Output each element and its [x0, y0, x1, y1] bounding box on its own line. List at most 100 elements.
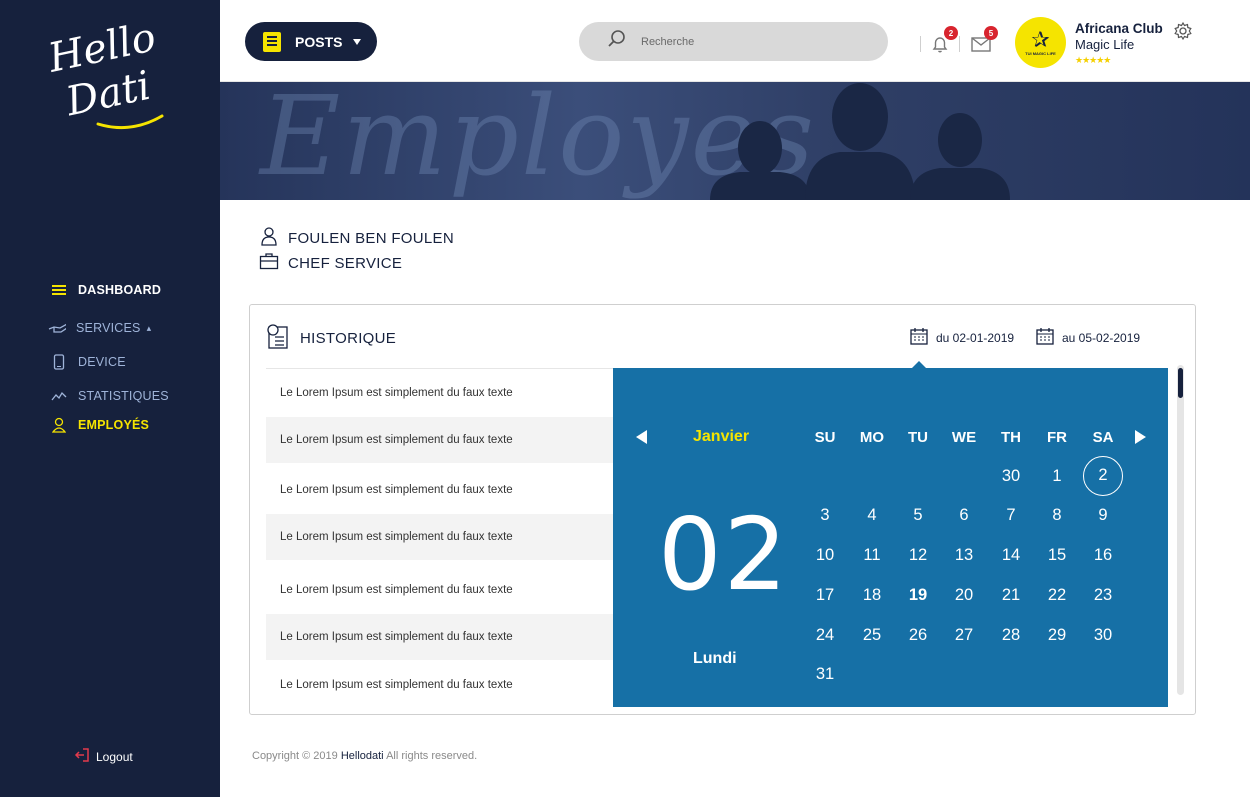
calendar-day[interactable]: 10	[805, 535, 845, 575]
weekday-header: TH	[1001, 429, 1021, 446]
list-item[interactable]: Le Lorem Ipsum est simplement du faux te…	[266, 370, 614, 416]
calendar-day[interactable]: 21	[991, 575, 1031, 615]
logout-button[interactable]: Logout	[74, 748, 133, 765]
historique-title: HISTORIQUE	[300, 329, 397, 347]
calendar-day[interactable]: 9	[1083, 495, 1123, 535]
historique-header: HISTORIQUE	[266, 323, 396, 353]
calendar-day[interactable]: 16	[1083, 535, 1123, 575]
footer-rights: All rights reserved.	[386, 750, 478, 762]
calendar-day[interactable]: 5	[898, 495, 938, 535]
sidebar: Hello Dati DASHBOARD SERVICES ▴ DEVICE S…	[0, 0, 220, 797]
calendar-day[interactable]: 4	[852, 495, 892, 535]
calendar-day[interactable]: 8	[1037, 495, 1077, 535]
top-header: POSTS 2 5 ✰ TUI MAGIC LIFE Afri	[220, 0, 1250, 82]
calendar-icon	[1036, 327, 1054, 348]
clipboard-clock-icon	[266, 323, 290, 353]
calendar-icon	[910, 327, 928, 348]
search-input[interactable]	[641, 35, 861, 48]
list-item[interactable]: Le Lorem Ipsum est simplement du faux te…	[266, 567, 614, 613]
footer: Copyright © 2019 Hellodati All rights re…	[252, 750, 477, 762]
document-icon	[263, 31, 281, 52]
calendar-day[interactable]: 17	[805, 575, 845, 615]
nav-statistiques[interactable]: STATISTIQUES	[50, 388, 169, 404]
club-avatar[interactable]: ✰ TUI MAGIC LIFE	[1015, 17, 1066, 68]
calendar-selected-day: 02	[658, 496, 790, 613]
date-from-label: du 02-01-2019	[936, 330, 1015, 345]
club-rating-stars: ★★★★★	[1075, 55, 1111, 65]
list-item[interactable]: Le Lorem Ipsum est simplement du faux te…	[266, 417, 614, 463]
calendar-day[interactable]: 2	[1083, 456, 1123, 496]
messages-button[interactable]: 5	[970, 26, 998, 54]
employee-role-row: CHEF SERVICE	[259, 252, 402, 274]
date-from-button[interactable]: du 02-01-2019	[910, 327, 1014, 348]
date-picker: Janvier 02 Lundi SU MO TU WE TH FR SA 30 1 2 3 4 5 6 7…	[613, 368, 1168, 707]
list-divider	[266, 368, 614, 369]
calendar-day[interactable]: 27	[944, 615, 984, 655]
calendar-day[interactable]: 19	[898, 575, 938, 615]
notifications-button[interactable]: 2	[930, 26, 958, 54]
list-item[interactable]: Le Lorem Ipsum est simplement du faux te…	[266, 514, 614, 560]
calendar-day[interactable]: 31	[805, 654, 845, 694]
calendar-day[interactable]: 24	[805, 615, 845, 655]
calendar-day[interactable]: 13	[944, 535, 984, 575]
header-divider	[920, 36, 921, 52]
caret-down-icon	[353, 39, 361, 45]
calendar-day[interactable]: 26	[898, 615, 938, 655]
nav-dashboard-label: DASHBOARD	[78, 283, 162, 297]
logout-label: Logout	[96, 749, 133, 764]
settings-button[interactable]	[1173, 21, 1193, 41]
search-bar	[579, 22, 888, 61]
calendar-month: Janvier	[693, 428, 750, 445]
search-icon	[607, 29, 627, 54]
employee-icon	[259, 226, 279, 250]
calendar-day[interactable]: 18	[852, 575, 892, 615]
calendar-day[interactable]: 14	[991, 535, 1031, 575]
prev-month-button[interactable]	[636, 430, 647, 444]
calendar-day[interactable]: 12	[898, 535, 938, 575]
chevron-up-icon: ▴	[146, 322, 152, 333]
calendar-day[interactable]: 1	[1037, 456, 1077, 496]
weekday-header: WE	[951, 429, 977, 446]
nav-device-label: DEVICE	[78, 355, 126, 369]
club-logo-text: TUI MAGIC LIFE	[1025, 51, 1056, 56]
nav-device[interactable]: DEVICE	[50, 354, 126, 370]
list-item[interactable]: Le Lorem Ipsum est simplement du faux te…	[266, 467, 614, 513]
employee-name: FOULEN BEN FOULEN	[288, 229, 454, 247]
calendar-day[interactable]: 29	[1037, 615, 1077, 655]
logout-icon	[74, 748, 90, 765]
bell-icon	[930, 37, 950, 58]
calendar-day[interactable]: 25	[852, 615, 892, 655]
nav-employes[interactable]: EMPLOYÉS	[50, 417, 149, 433]
messages-badge: 5	[984, 26, 998, 40]
calendar-day[interactable]: 15	[1037, 535, 1077, 575]
nav-services[interactable]: SERVICES ▴	[48, 320, 151, 336]
scrollbar-thumb[interactable]	[1178, 368, 1183, 398]
chart-line-icon	[50, 388, 68, 404]
calendar-day[interactable]: 3	[805, 495, 845, 535]
posts-dropdown-button[interactable]: POSTS	[245, 22, 377, 61]
calendar-day[interactable]: 30	[991, 456, 1031, 496]
calendar-day[interactable]: 23	[1083, 575, 1123, 615]
envelope-icon	[970, 37, 992, 58]
scrollbar-track[interactable]	[1177, 365, 1184, 695]
calendar-day[interactable]: 30	[1083, 615, 1123, 655]
next-month-button[interactable]	[1135, 430, 1146, 444]
footer-brand-link[interactable]: Hellodati	[341, 750, 384, 762]
hellodati-logo[interactable]: Hello Dati	[44, 14, 174, 134]
calendar-day[interactable]: 6	[944, 495, 984, 535]
calendar-day[interactable]: 11	[852, 535, 892, 575]
employee-role: CHEF SERVICE	[288, 254, 403, 272]
date-to-button[interactable]: au 05-02-2019	[1036, 327, 1140, 348]
bars-icon	[50, 282, 68, 298]
calendar-day[interactable]: 22	[1037, 575, 1077, 615]
nav-dashboard[interactable]: DASHBOARD	[50, 282, 161, 298]
star-logo-icon: ✰	[1031, 27, 1050, 52]
list-item[interactable]: Le Lorem Ipsum est simplement du faux te…	[266, 614, 614, 660]
calendar-day[interactable]: 20	[944, 575, 984, 615]
weekday-header: MO	[859, 429, 885, 446]
calendar-day[interactable]: 7	[991, 495, 1031, 535]
person-silhouette-icon	[805, 83, 915, 200]
calendar-day[interactable]: 28	[991, 615, 1031, 655]
hand-icon	[48, 320, 66, 336]
list-item[interactable]: Le Lorem Ipsum est simplement du faux te…	[266, 662, 614, 708]
